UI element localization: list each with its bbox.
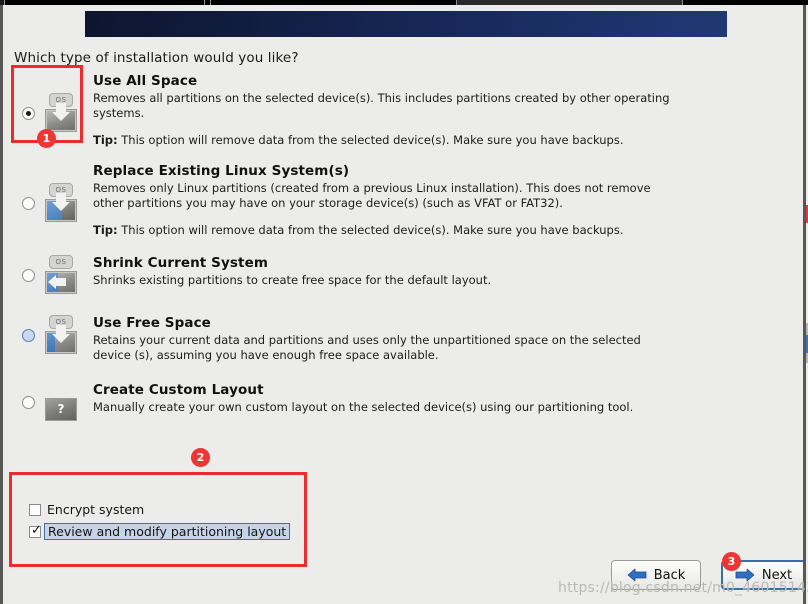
option-title: Use Free Space	[93, 315, 211, 331]
option-title: Shrink Current System	[93, 255, 268, 271]
annotation-badge-2: 2	[191, 448, 210, 467]
check-glyph: ✓	[31, 523, 42, 538]
tip-text: This option will remove data from the se…	[121, 223, 624, 237]
option-tip: Tip: This option will remove data from t…	[93, 133, 693, 147]
checkbox-encrypt-system[interactable]	[29, 504, 41, 516]
page-title: Which type of installation would you lik…	[14, 50, 299, 66]
checkbox-label-encrypt-system: Encrypt system	[47, 502, 145, 517]
arrow-left-glyph	[48, 275, 66, 289]
radio-use-all-space[interactable]	[22, 107, 35, 120]
watermark-text: https://blog.csdn.net/m0_46015143	[558, 580, 808, 596]
tip-label: Tip:	[93, 223, 118, 237]
disk-question-icon: ?	[43, 382, 79, 422]
option-description: Retains your current data and partitions…	[93, 333, 641, 362]
option-description: Manually create your own custom layout o…	[93, 400, 634, 414]
installer-window: Which type of installation would you lik…	[0, 5, 808, 604]
arrow-down-glyph	[52, 193, 70, 211]
option-title: Create Custom Layout	[93, 382, 264, 398]
disk-arrow-down-icon: OS	[43, 93, 79, 133]
tip-label: Tip:	[93, 133, 118, 147]
question-mark-glyph: ?	[45, 398, 77, 421]
tip-text: This option will remove data from the se…	[121, 133, 624, 147]
disk-arrow-down-blue-icon: OS	[43, 183, 79, 223]
option-description: Shrinks existing partitions to create fr…	[93, 273, 492, 287]
checkbox-label-review-modify-partitioning: Review and modify partitioning layout	[44, 523, 291, 540]
radio-shrink-current-system[interactable]	[22, 269, 35, 282]
radio-use-free-space[interactable]	[22, 329, 35, 342]
option-title: Use All Space	[93, 73, 198, 89]
disk-free-space-icon: OS	[43, 315, 79, 355]
arrow-down-glyph	[52, 103, 70, 121]
arrow-down-glyph	[52, 325, 70, 343]
installer-banner	[85, 11, 727, 37]
checkbox-review-modify-partitioning[interactable]: ✓	[29, 523, 42, 538]
option-description: Removes only Linux partitions (created f…	[93, 181, 651, 210]
disk-arrow-left-icon: OS	[43, 255, 79, 295]
annotation-badge-3: 3	[722, 552, 741, 571]
checkbox-group: Encrypt system ✓ Review and modify parti…	[14, 480, 314, 565]
radio-create-custom-layout[interactable]	[22, 396, 35, 409]
annotation-badge-1: 1	[37, 129, 56, 148]
os-tag-label: OS	[49, 255, 73, 269]
option-title: Replace Existing Linux System(s)	[93, 163, 350, 179]
radio-replace-existing-linux[interactable]	[22, 197, 35, 210]
option-tip: Tip: This option will remove data from t…	[93, 223, 693, 237]
option-description: Removes all partitions on the selected d…	[93, 91, 670, 120]
window-right-border	[803, 5, 806, 604]
